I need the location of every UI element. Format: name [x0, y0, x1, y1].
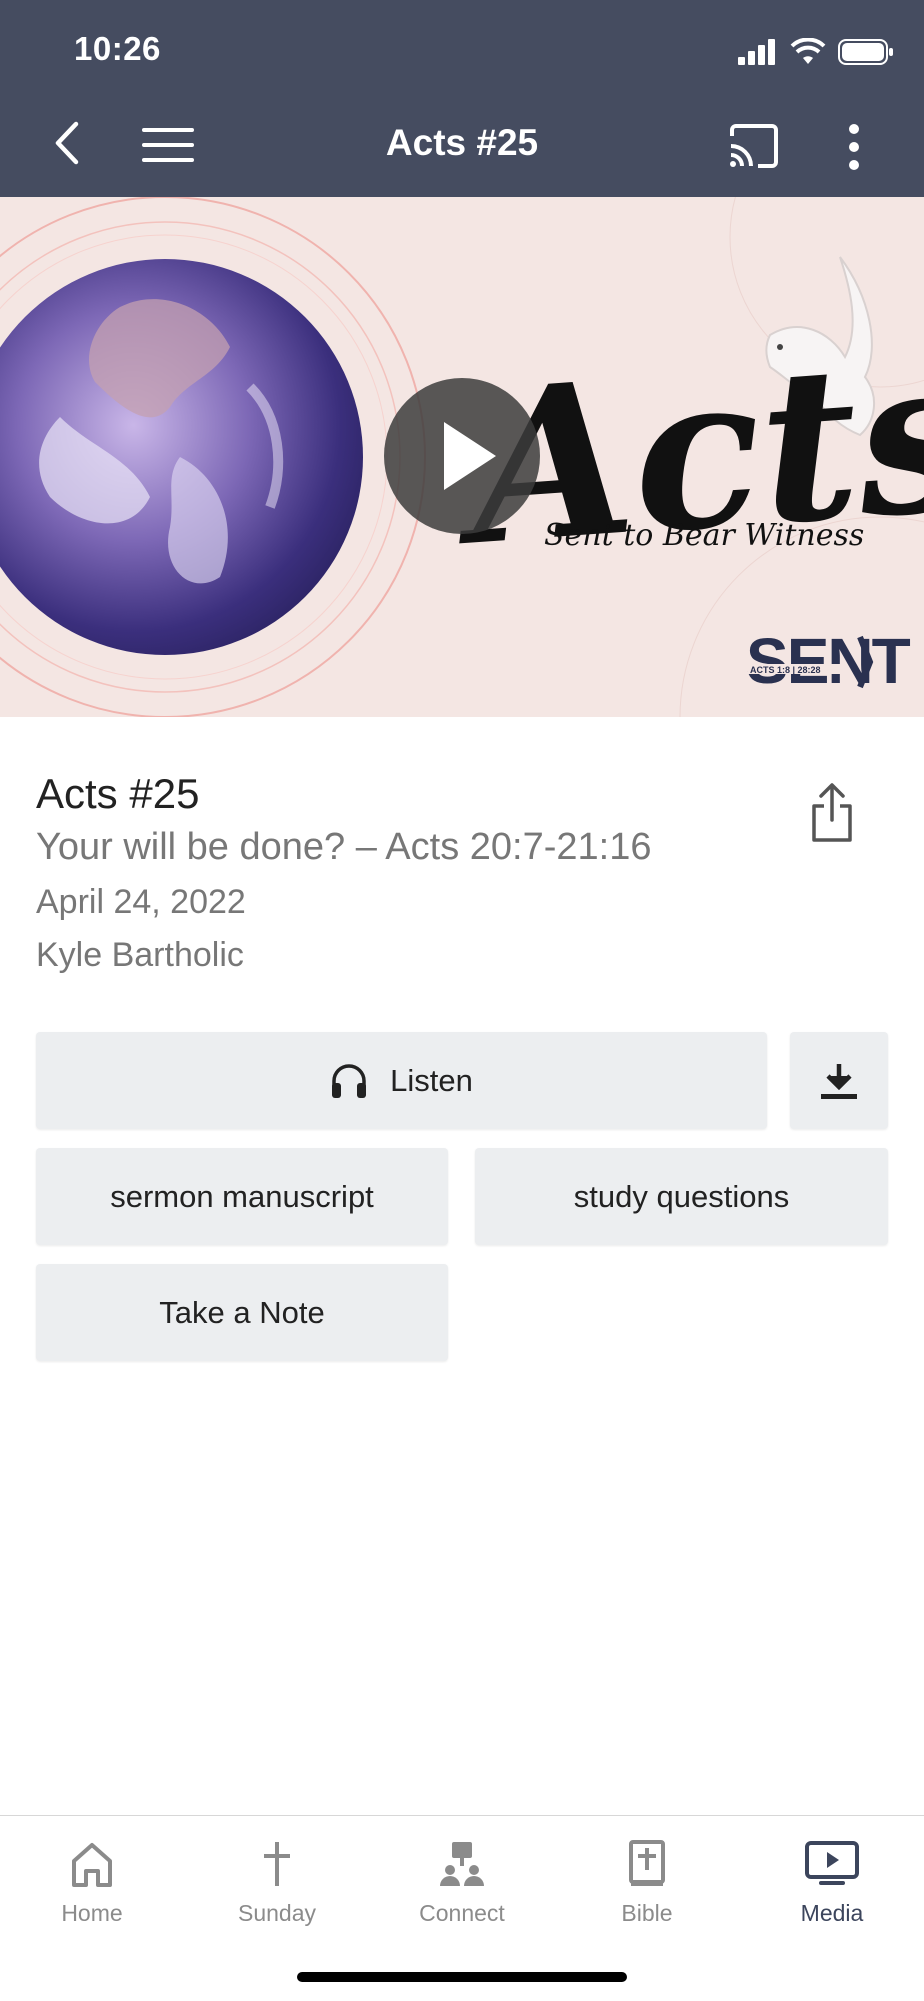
bible-icon — [629, 1840, 665, 1886]
series-logo-sub: ACTS 1:8 | 28:28 — [750, 665, 821, 675]
study-questions-label: study questions — [573, 1178, 790, 1214]
sermon-subtitle: Your will be done? – Acts 20:7-21:16 — [36, 826, 652, 868]
page-title: Acts #25 — [385, 122, 539, 163]
tab-connect[interactable]: Connect — [370, 1836, 554, 1927]
study-questions-button[interactable]: study questions — [475, 1148, 888, 1245]
listen-button[interactable]: Listen — [36, 1032, 767, 1129]
sermon-speaker: Kyle Bartholic — [36, 936, 244, 974]
share-icon — [812, 783, 852, 842]
status-icons — [738, 38, 894, 66]
people-icon — [440, 1842, 484, 1886]
more-vertical-icon — [849, 124, 859, 170]
sermon-info: Acts #25 Your will be done? – Acts 20:7-… — [36, 770, 651, 989]
cast-icon — [730, 124, 778, 168]
status-time: 10:26 — [74, 30, 161, 67]
sermon-manuscript-label: sermon manuscript — [110, 1178, 374, 1214]
sermon-video-thumbnail[interactable]: Acts Sent to Bear Witness SENT ACTS 1:8 … — [0, 197, 924, 717]
series-logo-word: SENT — [746, 625, 911, 697]
signal-icon — [738, 39, 775, 65]
tab-sunday-label: Sunday — [237, 1900, 316, 1926]
download-button[interactable] — [790, 1032, 888, 1129]
tab-home[interactable]: Home — [0, 1836, 184, 1927]
more-button[interactable] — [848, 124, 860, 175]
home-indicator — [297, 1972, 627, 1982]
play-button[interactable] — [384, 378, 540, 534]
tab-bible[interactable]: Bible — [555, 1836, 739, 1927]
tab-sunday[interactable]: Sunday — [185, 1836, 369, 1927]
wifi-icon — [790, 38, 826, 64]
home-icon — [72, 1843, 112, 1887]
take-note-label: Take a Note — [159, 1294, 325, 1330]
sermon-title: Acts #25 — [36, 770, 200, 817]
series-tagline: Sent to Bear Witness — [544, 518, 864, 553]
take-note-button[interactable]: Take a Note — [36, 1264, 448, 1361]
headphones-icon — [330, 1063, 368, 1099]
tab-connect-label: Connect — [419, 1900, 505, 1926]
cross-icon — [264, 1842, 290, 1886]
battery-icon — [838, 39, 893, 65]
listen-label: Listen — [390, 1062, 473, 1098]
tab-bible-label: Bible — [621, 1900, 673, 1926]
tab-media-label: Media — [800, 1900, 864, 1926]
share-button[interactable] — [808, 782, 856, 844]
tab-media[interactable]: Media — [740, 1836, 924, 1927]
tab-home-label: Home — [61, 1900, 123, 1926]
media-icon — [805, 1841, 859, 1885]
top-bar: 10:26 Acts #25 — [0, 0, 924, 197]
sermon-date: April 24, 2022 — [36, 883, 246, 921]
cast-button[interactable] — [728, 124, 780, 173]
download-icon — [821, 1063, 857, 1099]
sermon-manuscript-button[interactable]: sermon manuscript — [36, 1148, 448, 1245]
